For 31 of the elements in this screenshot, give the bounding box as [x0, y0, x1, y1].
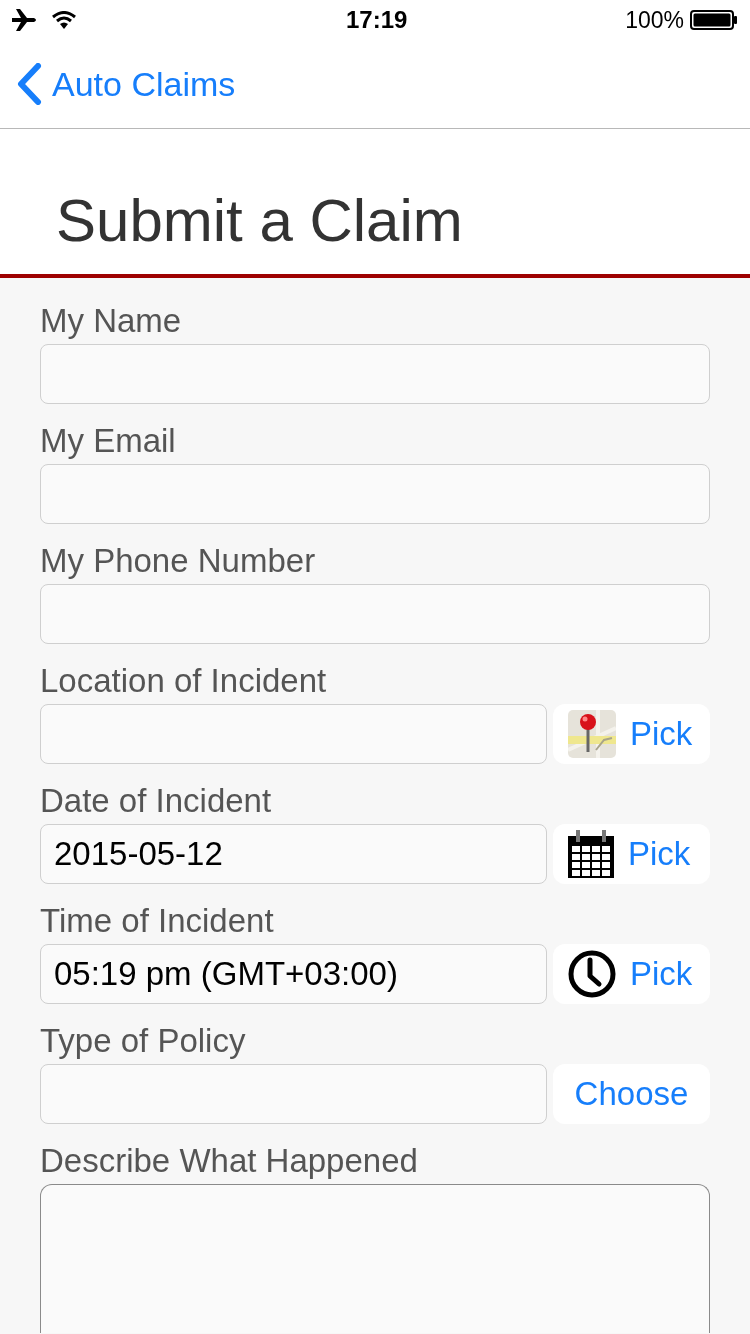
text-area[interactable] — [40, 1184, 710, 1333]
field-label: My Phone Number — [40, 543, 316, 579]
input-field[interactable] — [40, 344, 710, 404]
clock-icon — [567, 950, 616, 998]
field-label: Describe What Happened — [40, 1143, 418, 1179]
input-field[interactable]: 2015-05-12 — [40, 824, 547, 884]
battery-icon — [690, 10, 738, 30]
field-label: My Name — [40, 303, 182, 339]
input-field[interactable] — [40, 464, 710, 524]
status-time: 17:19 — [346, 6, 408, 34]
pick-button[interactable]: Pick — [552, 824, 710, 884]
back-chevron-icon — [16, 63, 42, 105]
pick-button[interactable]: Pick — [552, 704, 710, 764]
input-field[interactable]: 05:19 pm (GMT+03:00) — [40, 944, 547, 1004]
field-label: Time of Incident — [40, 903, 274, 939]
pick-button[interactable]: Choose — [552, 1064, 710, 1124]
input-field[interactable] — [40, 704, 547, 764]
pick-button[interactable]: Pick — [552, 944, 710, 1004]
input-field[interactable] — [40, 584, 710, 644]
field-label: Location of Incident — [40, 663, 327, 699]
wifi-icon — [52, 11, 76, 29]
page-title: Submit a Claim — [56, 191, 463, 251]
back-button[interactable]: Auto Claims — [16, 58, 236, 110]
input-field[interactable] — [40, 1064, 547, 1124]
map-pin-icon — [567, 710, 616, 758]
calendar-icon — [567, 830, 614, 878]
field-label: Type of Policy — [40, 1023, 246, 1059]
battery-percentage: 100% — [625, 6, 684, 34]
field-label: Date of Incident — [40, 783, 272, 819]
airplane-icon — [12, 9, 38, 31]
field-label: My Email — [40, 423, 176, 459]
